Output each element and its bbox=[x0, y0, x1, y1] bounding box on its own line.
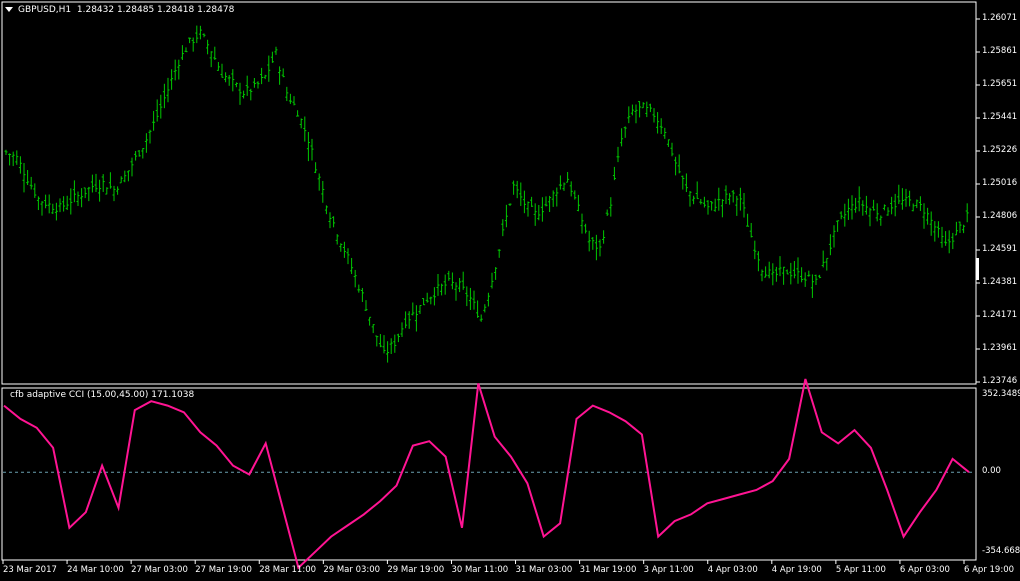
price-scale-ticks bbox=[976, 18, 980, 383]
indicator-title: cfb adaptive CCI (15.00,45.00) 171.1038 bbox=[10, 390, 195, 400]
indicator-panel[interactable] bbox=[1, 378, 977, 570]
time-axis-label: 31 Mar 03:00 bbox=[515, 565, 573, 575]
price-scale-label: 1.25651 bbox=[982, 79, 1018, 89]
price-scale-label: 1.24591 bbox=[982, 244, 1018, 254]
time-axis-ticks bbox=[2, 560, 965, 564]
time-axis-label: 4 Apr 19:00 bbox=[771, 565, 822, 575]
indicator-scale-label: 352.3489 bbox=[982, 389, 1020, 399]
time-axis-label: 30 Mar 11:00 bbox=[451, 565, 509, 575]
price-scale-label: 1.24806 bbox=[982, 211, 1018, 221]
current-price-marker bbox=[976, 258, 979, 280]
price-scale-label: 1.23746 bbox=[982, 376, 1018, 386]
time-axis-label: 6 Apr 03:00 bbox=[899, 565, 950, 575]
price-scale-label: 1.23961 bbox=[982, 343, 1018, 353]
price-scale-label: 1.25441 bbox=[982, 112, 1018, 122]
time-axis-label: 3 Apr 11:00 bbox=[643, 565, 694, 575]
time-axis-label: 23 Mar 2017 bbox=[3, 565, 57, 575]
time-axis-label: 29 Mar 03:00 bbox=[323, 565, 381, 575]
price-scale-label: 1.25861 bbox=[982, 46, 1018, 56]
time-axis-label: 4 Apr 03:00 bbox=[707, 565, 758, 575]
price-scale-label: 1.24381 bbox=[982, 277, 1018, 287]
chart-canvas bbox=[1, 1, 980, 570]
time-axis-label: 27 Mar 19:00 bbox=[195, 565, 252, 575]
chart-menu-arrow-icon[interactable] bbox=[5, 7, 13, 12]
time-axis-label: 24 Mar 10:00 bbox=[67, 565, 124, 575]
price-scale-label: 1.25016 bbox=[982, 178, 1018, 188]
time-axis-label: 28 Mar 11:00 bbox=[259, 565, 317, 575]
main-panel-title: GBPUSD,H1 1.28432 1.28485 1.28418 1.2847… bbox=[18, 5, 235, 15]
time-axis-label: 27 Mar 03:00 bbox=[131, 565, 188, 575]
time-axis-label: 29 Mar 19:00 bbox=[387, 565, 445, 575]
indicator-scale-label: -354.6681 bbox=[982, 546, 1020, 556]
price-scale-label: 1.25226 bbox=[982, 145, 1018, 155]
indicator-panel-frame bbox=[1, 387, 977, 561]
time-axis-label: 31 Mar 19:00 bbox=[579, 565, 637, 575]
main-panel-frame bbox=[1, 1, 977, 385]
time-axis-label: 5 Apr 11:00 bbox=[835, 565, 886, 575]
main-price-panel[interactable] bbox=[1, 1, 977, 385]
time-axis-label: 6 Apr 19:00 bbox=[964, 565, 1015, 575]
price-scale-label: 1.26071 bbox=[982, 13, 1018, 23]
price-scale-label: 1.24171 bbox=[982, 310, 1018, 320]
indicator-scale-label: 0.00 bbox=[982, 466, 1001, 477]
